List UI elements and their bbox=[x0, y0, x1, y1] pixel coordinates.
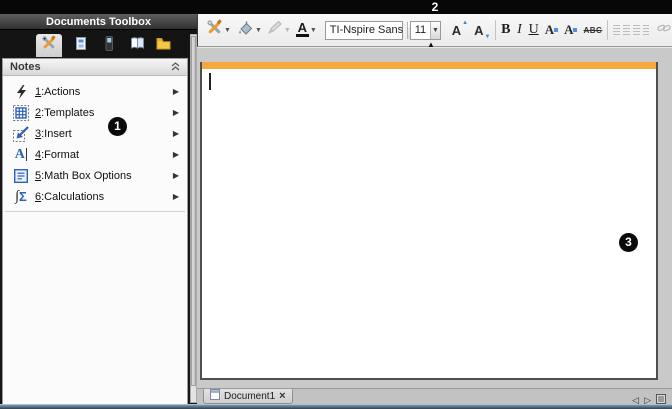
toolbar-separator bbox=[495, 20, 496, 40]
document-page-icon bbox=[210, 387, 220, 405]
triangle-down-icon: ▼ bbox=[484, 34, 490, 40]
triangle-up-icon: ▲ bbox=[462, 20, 468, 26]
document-tab-label: Document1 bbox=[224, 391, 275, 402]
increase-font-size-button[interactable]: A ▲ bbox=[451, 18, 469, 42]
handheld-smartview-icon bbox=[102, 36, 116, 56]
dropdown-caret-icon[interactable]: ▼ bbox=[430, 22, 440, 39]
toolbar-separator bbox=[607, 20, 608, 40]
menu-item-calculations[interactable]: ∫Σ 6:Calculations ▶ bbox=[3, 186, 187, 207]
italic-button[interactable]: I bbox=[514, 18, 524, 42]
notes-menu: 1:Actions ▶ 2:Templates bbox=[3, 76, 187, 212]
link-icon bbox=[657, 21, 671, 39]
strikethrough-button[interactable]: ABC bbox=[582, 18, 603, 42]
menu-item-actions[interactable]: 1:Actions ▶ bbox=[3, 81, 187, 102]
document-tab[interactable]: Document1 × bbox=[203, 389, 293, 404]
subscript-button[interactable]: A bbox=[563, 18, 578, 42]
insert-link-button[interactable] bbox=[656, 18, 672, 42]
submenu-arrow-icon: ▶ bbox=[173, 150, 179, 159]
text-color-button[interactable]: A ▼ bbox=[295, 18, 318, 42]
toolbar-collapse-arrow-icon[interactable]: ▲ bbox=[427, 40, 435, 49]
documents-toolbox-title: Documents Toolbox bbox=[0, 14, 197, 30]
menu-item-label: 1:Actions bbox=[35, 86, 173, 98]
callout-1: 1 bbox=[108, 117, 127, 136]
notes-panel-header: Notes bbox=[3, 59, 187, 76]
lightning-icon bbox=[12, 84, 30, 100]
font-size-value: 11 bbox=[411, 24, 430, 36]
align-center-icon[interactable] bbox=[623, 25, 630, 36]
tools-icon bbox=[206, 19, 223, 41]
font-family-select[interactable]: TI-Nspire Sans ▼ bbox=[325, 21, 403, 40]
font-size-select[interactable]: 11 ▼ bbox=[410, 21, 441, 40]
document-tab-bar: Document1 × ◁ ▷ bbox=[197, 388, 672, 404]
text-color-icon: A bbox=[296, 23, 309, 37]
line-color-button[interactable]: ▼ bbox=[266, 18, 292, 42]
page-header-bar bbox=[202, 62, 656, 69]
tab-page-sorter[interactable] bbox=[68, 34, 94, 57]
documents-toolbox-sidebar: Documents Toolbox bbox=[0, 14, 197, 405]
integral-sigma-icon: ∫Σ bbox=[12, 189, 30, 205]
window-bottom-edge bbox=[0, 404, 672, 409]
tab-document-tools[interactable] bbox=[36, 34, 62, 57]
callout-2: 2 bbox=[424, 0, 446, 14]
notes-panel: Notes 1:Actions ▶ bbox=[2, 58, 188, 409]
dropdown-caret-icon: ▼ bbox=[284, 27, 291, 34]
format-text-icon: A bbox=[12, 147, 30, 163]
page-sorter-icon bbox=[74, 36, 89, 56]
menu-item-format[interactable]: A 4:Format ▶ bbox=[3, 144, 187, 165]
menu-item-templates[interactable]: 2:Templates ▶ bbox=[3, 102, 187, 123]
toolbox-tab-strip bbox=[0, 30, 197, 57]
document-tools-icon bbox=[41, 35, 57, 56]
submenu-arrow-icon: ▶ bbox=[173, 129, 179, 138]
align-left-icon[interactable] bbox=[613, 25, 620, 36]
notes-panel-title: Notes bbox=[10, 61, 171, 73]
submenu-arrow-icon: ▶ bbox=[173, 171, 179, 180]
math-box-icon bbox=[12, 168, 30, 184]
superscript-button[interactable]: A bbox=[544, 18, 559, 42]
dropdown-caret-icon: ▼ bbox=[310, 27, 317, 34]
line-color-pen-icon bbox=[267, 20, 283, 40]
menu-item-label: 5:Math Box Options bbox=[35, 170, 173, 182]
tab-handheld-smartview[interactable] bbox=[96, 34, 122, 57]
submenu-arrow-icon: ▶ bbox=[173, 192, 179, 201]
callout-3: 3 bbox=[619, 233, 638, 252]
fill-color-button[interactable]: ▼ bbox=[236, 18, 263, 42]
menu-item-label: 6:Calculations bbox=[35, 191, 173, 203]
submenu-arrow-icon: ▶ bbox=[173, 108, 179, 117]
text-cursor bbox=[209, 73, 211, 90]
collapse-panel-icon[interactable] bbox=[171, 58, 180, 76]
subscript-square-icon bbox=[573, 28, 577, 32]
menu-item-label: 4:Format bbox=[35, 149, 173, 161]
fill-color-icon bbox=[237, 20, 254, 41]
sidebar-scrollbar[interactable] bbox=[190, 34, 197, 403]
scrollbar-thumb[interactable] bbox=[191, 36, 196, 386]
tab-utilities[interactable] bbox=[124, 34, 150, 57]
document-work-area[interactable]: 3 bbox=[197, 47, 672, 388]
utilities-book-icon bbox=[130, 36, 145, 55]
decrease-font-size-button[interactable]: A ▼ bbox=[473, 18, 491, 42]
font-family-value: TI-Nspire Sans bbox=[326, 24, 407, 36]
document-page[interactable] bbox=[200, 62, 658, 380]
dropdown-caret-icon: ▼ bbox=[224, 27, 231, 34]
tab-content-explorer[interactable] bbox=[150, 34, 176, 57]
dropdown-caret-icon: ▼ bbox=[255, 27, 262, 34]
align-right-icon[interactable] bbox=[633, 25, 640, 36]
templates-grid-icon bbox=[12, 105, 30, 121]
menu-item-label: 2:Templates bbox=[35, 107, 173, 119]
align-justify-icon[interactable] bbox=[643, 25, 650, 36]
content-explorer-folder-icon bbox=[156, 37, 171, 55]
menu-separator bbox=[5, 211, 185, 212]
top-strip: 2 bbox=[0, 0, 672, 14]
menu-item-label: 3:Insert bbox=[35, 128, 173, 140]
menu-item-math-box-options[interactable]: 5:Math Box Options ▶ bbox=[3, 165, 187, 186]
superscript-square-icon bbox=[554, 28, 558, 32]
underline-button[interactable]: U bbox=[528, 18, 540, 42]
application-window: 2 Documents Toolbox bbox=[0, 0, 672, 409]
bold-button[interactable]: B bbox=[500, 18, 511, 42]
tools-menu-button[interactable]: ▼ bbox=[205, 18, 232, 42]
submenu-arrow-icon: ▶ bbox=[173, 87, 179, 96]
insert-arrow-icon bbox=[12, 126, 30, 142]
menu-item-insert[interactable]: 3:Insert ▶ bbox=[3, 123, 187, 144]
close-tab-icon[interactable]: × bbox=[279, 391, 285, 401]
